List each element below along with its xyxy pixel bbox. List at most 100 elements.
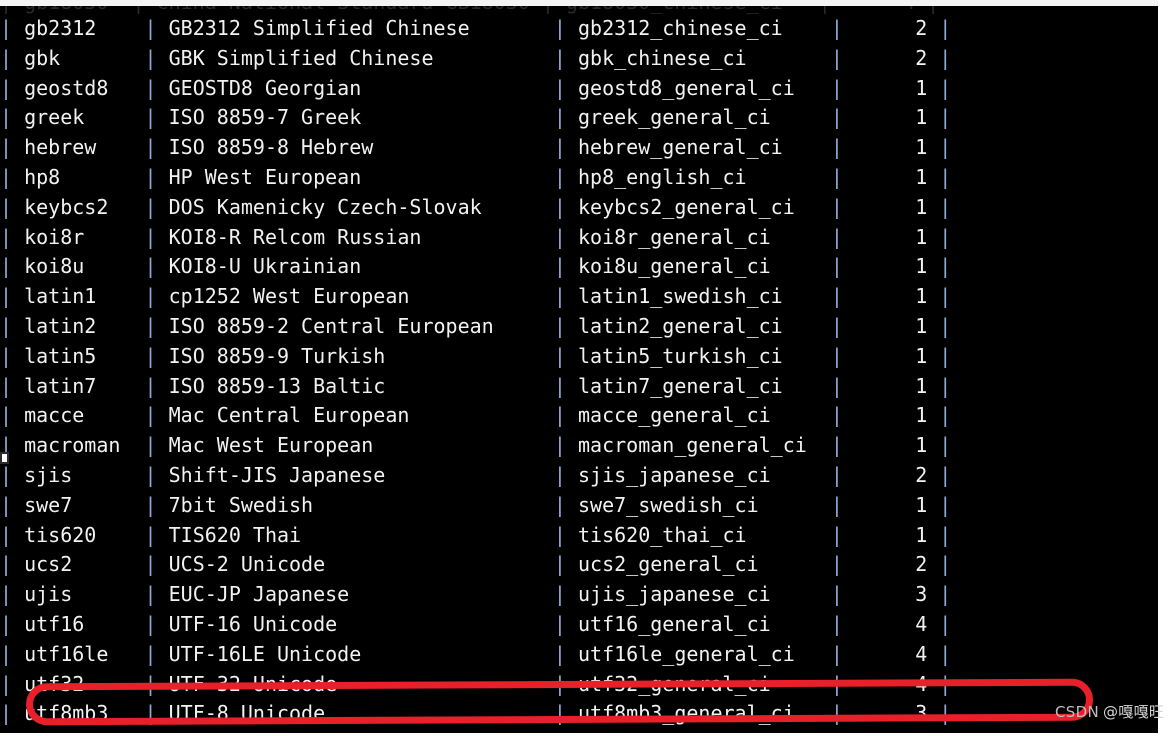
column-separator: | [553, 75, 579, 100]
column-separator: | [144, 462, 169, 487]
cell-charset: latin2 [24, 313, 145, 338]
column-separator: | [144, 224, 169, 249]
column-separator: | [939, 45, 952, 70]
table-row: | sjis | Shift-JIS Japanese | sjis_japan… [0, 461, 1158, 491]
column-separator: | [939, 492, 952, 517]
column-separator: | [830, 135, 855, 160]
cell-description: GEOSTD8 Georgian [168, 75, 554, 100]
column-separator: | [0, 403, 25, 428]
column-separator: | [553, 671, 579, 696]
column-separator: | [0, 135, 25, 160]
column-separator: | [553, 611, 579, 636]
column-separator: | [144, 433, 169, 458]
column-separator: | [830, 462, 855, 487]
table-row: | macroman | Mac West European | macroma… [0, 431, 1158, 461]
table-row: | koi8r | KOI8-R Relcom Russian | koi8r_… [0, 223, 1158, 253]
column-separator: | [939, 75, 952, 100]
cell-description: 7bit Swedish [168, 492, 554, 517]
cell-charset: koi8r [24, 224, 145, 249]
cell-maxlen: 1 [854, 522, 940, 547]
column-separator: | [939, 701, 952, 726]
column-separator: | [0, 164, 25, 189]
column-separator: | [939, 194, 952, 219]
column-separator: | [553, 284, 579, 309]
table-row: | macce | Mac Central European | macce_g… [0, 401, 1158, 431]
cell-description: cp1252 West European [168, 284, 554, 309]
column-separator: | [144, 522, 169, 547]
column-separator: | [0, 45, 25, 70]
cell-maxlen: 1 [854, 224, 940, 249]
cell-default_collation: hebrew_general_ci [578, 135, 831, 160]
column-separator: | [0, 671, 25, 696]
cell-description: UTF-16 Unicode [168, 611, 554, 636]
cell-charset: utf32 [24, 671, 145, 696]
column-separator: | [830, 433, 855, 458]
cell-maxlen: 1 [854, 194, 940, 219]
table-row: | latin2 | ISO 8859-2 Central European |… [0, 312, 1158, 342]
table-row: | greek | ISO 8859-7 Greek | greek_gener… [0, 103, 1158, 133]
column-separator: | [939, 552, 952, 577]
terminal-window[interactable]: | gb18030 | China National Standard GB18… [0, 6, 1158, 736]
column-separator: | [0, 284, 25, 309]
column-separator: | [553, 462, 579, 487]
cell-description: GBK Simplified Chinese [168, 45, 554, 70]
column-separator: | [144, 45, 169, 70]
cell-maxlen: 1 [854, 343, 940, 368]
table-row: | ucs2 | UCS-2 Unicode | ucs2_general_ci… [0, 550, 1158, 580]
column-separator: | [553, 135, 579, 160]
cell-default_collation: geostd8_general_ci [578, 75, 831, 100]
column-separator: | [0, 194, 25, 219]
column-separator: | [144, 582, 169, 607]
column-separator: | [830, 373, 855, 398]
table-row: | utf16le | UTF-16LE Unicode | utf16le_g… [0, 640, 1158, 670]
table-row: | utf32 | UTF-32 Unicode | utf32_general… [0, 670, 1158, 700]
table-row: | latin1 | cp1252 West European | latin1… [0, 282, 1158, 312]
column-separator: | [144, 343, 169, 368]
column-separator: | [0, 641, 25, 666]
column-separator: | [830, 701, 855, 726]
column-separator: | [830, 254, 855, 279]
column-separator: | [553, 641, 579, 666]
cell-charset: tis620 [24, 522, 145, 547]
table-row: | hebrew | ISO 8859-8 Hebrew | hebrew_ge… [0, 133, 1158, 163]
cell-maxlen: 4 [854, 641, 940, 666]
cell-charset: macroman [24, 433, 145, 458]
cell-default_collation: hp8_english_ci [578, 164, 831, 189]
column-separator: | [830, 522, 855, 547]
cell-description: Mac West European [168, 433, 554, 458]
cell-charset: hp8 [24, 164, 145, 189]
cell-maxlen: 1 [854, 492, 940, 517]
cell-description: ISO 8859-9 Turkish [168, 343, 554, 368]
cell-default_collation: ucs2_general_ci [578, 552, 831, 577]
cell-charset: utf16 [24, 611, 145, 636]
column-separator: | [939, 254, 952, 279]
column-separator: | [939, 611, 952, 636]
column-separator: | [939, 105, 952, 130]
cell-maxlen: 1 [854, 254, 940, 279]
table-row: | gb2312 | GB2312 Simplified Chinese | g… [0, 14, 1158, 44]
column-separator: | [939, 671, 952, 696]
column-separator: | [830, 492, 855, 517]
column-separator: | [830, 671, 855, 696]
cell-default_collation: keybcs2_general_ci [578, 194, 831, 219]
cell-maxlen: 1 [854, 164, 940, 189]
column-separator: | [553, 522, 579, 547]
cell-description: UCS-2 Unicode [168, 552, 554, 577]
column-separator: | [830, 611, 855, 636]
cell-charset: gbk [24, 45, 145, 70]
column-separator: | [553, 433, 579, 458]
column-separator: | [0, 105, 25, 130]
column-separator: | [830, 164, 855, 189]
column-separator: | [0, 373, 25, 398]
cell-description: ISO 8859-2 Central European [168, 313, 554, 338]
column-separator: | [830, 284, 855, 309]
column-separator: | [830, 403, 855, 428]
cell-default_collation: utf32_general_ci [578, 671, 831, 696]
column-separator: | [0, 701, 25, 726]
table-row: | koi8u | KOI8-U Ukrainian | koi8u_gener… [0, 252, 1158, 282]
cell-default_collation: utf16le_general_ci [578, 641, 831, 666]
cell-charset: utf16le [24, 641, 145, 666]
cell-description: DOS Kamenicky Czech-Slovak [168, 194, 554, 219]
column-separator: | [144, 552, 169, 577]
cell-maxlen: 1 [854, 433, 940, 458]
